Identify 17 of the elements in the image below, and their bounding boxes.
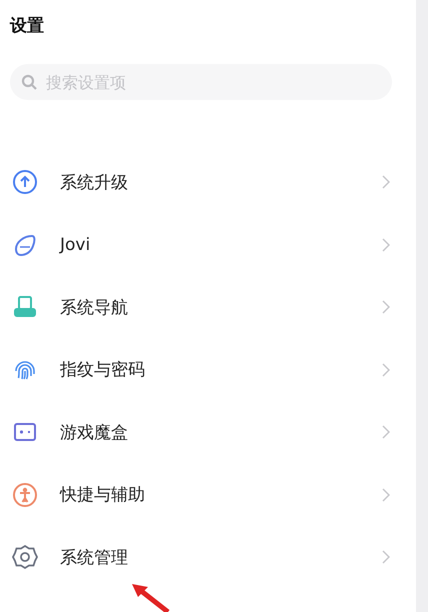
chevron-icon bbox=[382, 488, 390, 502]
chevron-icon bbox=[382, 300, 390, 314]
settings-item[interactable]: 系统管理 bbox=[60, 546, 382, 569]
chevron-icon bbox=[382, 175, 390, 190]
settings-item[interactable]: 系统升级 bbox=[60, 170, 382, 194]
page-title: 设置 bbox=[8, 15, 45, 38]
chevron-icon bbox=[382, 425, 390, 440]
settings-item[interactable]: 游戏魔盒 bbox=[60, 420, 382, 444]
search-icon bbox=[21, 74, 37, 90]
settings-item[interactable]: Jovi bbox=[60, 234, 382, 255]
settings-item[interactable]: 快捷与辅助 bbox=[60, 483, 382, 506]
pointer-arrow bbox=[130, 582, 170, 612]
chevron-icon bbox=[382, 238, 390, 252]
settings-item[interactable]: 系统导航 bbox=[60, 296, 382, 319]
chevron-icon bbox=[382, 362, 390, 377]
settings-item[interactable]: 指纹与密码 bbox=[60, 358, 382, 382]
chevron-icon bbox=[382, 550, 390, 564]
